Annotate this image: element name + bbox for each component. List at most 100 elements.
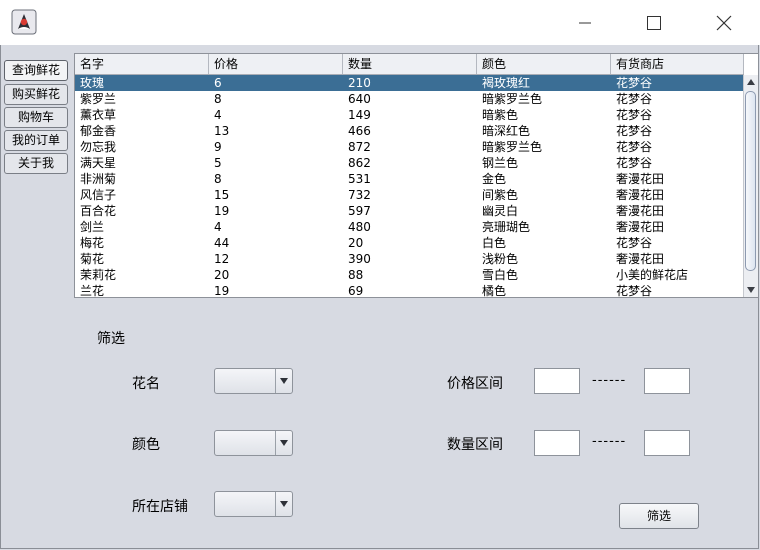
cell-name: 茉莉花 bbox=[80, 268, 117, 282]
cell-quantity: 210 bbox=[348, 76, 371, 90]
table-row[interactable]: 紫罗兰 8 640 暗紫罗兰色 花梦谷 bbox=[75, 91, 744, 107]
quantity-min-field[interactable] bbox=[534, 430, 580, 456]
cell-store: 花梦谷 bbox=[616, 284, 653, 298]
cell-color: 间紫色 bbox=[482, 188, 519, 202]
cell-price: 9 bbox=[214, 140, 222, 154]
cell-price: 8 bbox=[214, 92, 222, 106]
cell-quantity: 872 bbox=[348, 140, 371, 154]
cell-name: 非洲菊 bbox=[80, 172, 117, 186]
cell-price: 6 bbox=[214, 76, 222, 90]
table-row[interactable]: 菊花 12 390 浅粉色 奢漫花田 bbox=[75, 251, 744, 267]
cell-name: 紫罗兰 bbox=[80, 92, 117, 106]
tab-buy-flowers[interactable]: 购买鲜花 bbox=[4, 84, 68, 105]
table-row[interactable]: 满天星 5 862 钢兰色 花梦谷 bbox=[75, 155, 744, 171]
column-header-color[interactable]: 颜色 bbox=[477, 54, 611, 74]
cell-price: 5 bbox=[214, 156, 222, 170]
column-header-price[interactable]: 价格 bbox=[209, 54, 343, 74]
table-row[interactable]: 薰衣草 4 149 暗紫色 花梦谷 bbox=[75, 107, 744, 123]
cell-price: 8 bbox=[214, 172, 222, 186]
table-row[interactable]: 兰花 19 69 橘色 花梦谷 bbox=[75, 283, 744, 298]
cell-color: 亮珊瑚色 bbox=[482, 220, 531, 234]
table-row[interactable]: 茉莉花 20 88 雪白色 小美的鲜花店 bbox=[75, 267, 744, 283]
cell-name: 剑兰 bbox=[80, 220, 105, 234]
cell-store: 花梦谷 bbox=[616, 236, 653, 250]
table-row[interactable]: 风信子 15 732 间紫色 奢漫花田 bbox=[75, 187, 744, 203]
color-label: 颜色 bbox=[132, 437, 160, 453]
price-max-field[interactable] bbox=[644, 368, 690, 394]
cell-price: 20 bbox=[214, 268, 230, 282]
chevron-down-icon bbox=[275, 492, 292, 516]
store-label: 所在店铺 bbox=[132, 499, 188, 515]
flower-name-label: 花名 bbox=[132, 376, 160, 392]
cell-store: 花梦谷 bbox=[616, 156, 653, 170]
cell-name: 勿忘我 bbox=[80, 140, 117, 154]
scroll-down-arrow-icon[interactable] bbox=[744, 283, 758, 297]
cell-quantity: 640 bbox=[348, 92, 371, 106]
minimize-button[interactable] bbox=[562, 0, 608, 45]
maximize-button[interactable] bbox=[631, 0, 677, 45]
filter-title: 筛选 bbox=[97, 331, 125, 347]
cell-quantity: 531 bbox=[348, 172, 371, 186]
quantity-max-field[interactable] bbox=[644, 430, 690, 456]
cell-quantity: 597 bbox=[348, 204, 371, 218]
cell-name: 郁金香 bbox=[80, 124, 117, 138]
vertical-scrollbar[interactable] bbox=[743, 75, 758, 297]
cell-quantity: 69 bbox=[348, 284, 364, 298]
cell-quantity: 732 bbox=[348, 188, 371, 202]
cell-color: 暗紫罗兰色 bbox=[482, 92, 543, 106]
close-button[interactable] bbox=[701, 0, 747, 45]
cell-store: 小美的鲜花店 bbox=[616, 268, 689, 282]
cell-store: 花梦谷 bbox=[616, 108, 653, 122]
cell-quantity: 88 bbox=[348, 268, 364, 282]
cell-name: 兰花 bbox=[80, 284, 105, 298]
quantity-range-label: 数量区间 bbox=[447, 437, 503, 453]
cell-color: 浅粉色 bbox=[482, 252, 519, 266]
cell-price: 15 bbox=[214, 188, 230, 202]
price-min-field[interactable] bbox=[534, 368, 580, 394]
cell-store: 奢漫花田 bbox=[616, 220, 665, 234]
cell-quantity: 149 bbox=[348, 108, 371, 122]
cell-price: 4 bbox=[214, 108, 222, 122]
cell-store: 奢漫花田 bbox=[616, 252, 665, 266]
price-range-label: 价格区间 bbox=[447, 376, 503, 392]
cell-name: 菊花 bbox=[80, 252, 105, 266]
cell-quantity: 480 bbox=[348, 220, 371, 234]
tab-shopping-cart[interactable]: 购物车 bbox=[4, 107, 68, 128]
filter-button[interactable]: 筛选 bbox=[619, 503, 699, 529]
cell-price: 12 bbox=[214, 252, 230, 266]
minimize-icon bbox=[577, 15, 593, 31]
tab-my-orders[interactable]: 我的订单 bbox=[4, 130, 68, 151]
cell-color: 幽灵白 bbox=[482, 204, 519, 218]
tab-query-flowers[interactable]: 查询鲜花 bbox=[4, 60, 68, 81]
scrollbar-thumb[interactable] bbox=[745, 91, 756, 271]
cell-store: 花梦谷 bbox=[616, 92, 653, 106]
column-header-store[interactable]: 有货商店 bbox=[611, 54, 744, 74]
cell-name: 满天星 bbox=[80, 156, 117, 170]
cell-color: 金色 bbox=[482, 172, 507, 186]
maximize-icon bbox=[646, 15, 662, 31]
cell-color: 褐玫瑰红 bbox=[482, 76, 531, 90]
cell-store: 奢漫花田 bbox=[616, 204, 665, 218]
column-header-quantity[interactable]: 数量 bbox=[343, 54, 477, 74]
table-row[interactable]: 梅花 44 20 白色 花梦谷 bbox=[75, 235, 744, 251]
cell-name: 风信子 bbox=[80, 188, 117, 202]
flower-name-combobox[interactable] bbox=[214, 368, 293, 394]
cell-color: 橘色 bbox=[482, 284, 507, 298]
tab-about-me[interactable]: 关于我 bbox=[4, 153, 68, 174]
scroll-up-arrow-icon[interactable] bbox=[744, 75, 758, 89]
cell-name: 梅花 bbox=[80, 236, 105, 250]
table-row[interactable]: 勿忘我 9 872 暗紫罗兰色 花梦谷 bbox=[75, 139, 744, 155]
cell-price: 4 bbox=[214, 220, 222, 234]
color-combobox[interactable] bbox=[214, 430, 293, 456]
cell-store: 奢漫花田 bbox=[616, 188, 665, 202]
table-row[interactable]: 玫瑰 6 210 褐玫瑰红 花梦谷 bbox=[75, 75, 744, 91]
store-combobox[interactable] bbox=[214, 491, 293, 517]
table-row[interactable]: 郁金香 13 466 暗深红色 花梦谷 bbox=[75, 123, 744, 139]
column-header-name[interactable]: 名字 bbox=[75, 54, 209, 74]
cell-store: 花梦谷 bbox=[616, 140, 653, 154]
table-row[interactable]: 剑兰 4 480 亮珊瑚色 奢漫花田 bbox=[75, 219, 744, 235]
table-row[interactable]: 非洲菊 8 531 金色 奢漫花田 bbox=[75, 171, 744, 187]
table-row[interactable]: 百合花 19 597 幽灵白 奢漫花田 bbox=[75, 203, 744, 219]
chevron-down-icon bbox=[275, 431, 292, 455]
close-icon bbox=[716, 15, 732, 31]
